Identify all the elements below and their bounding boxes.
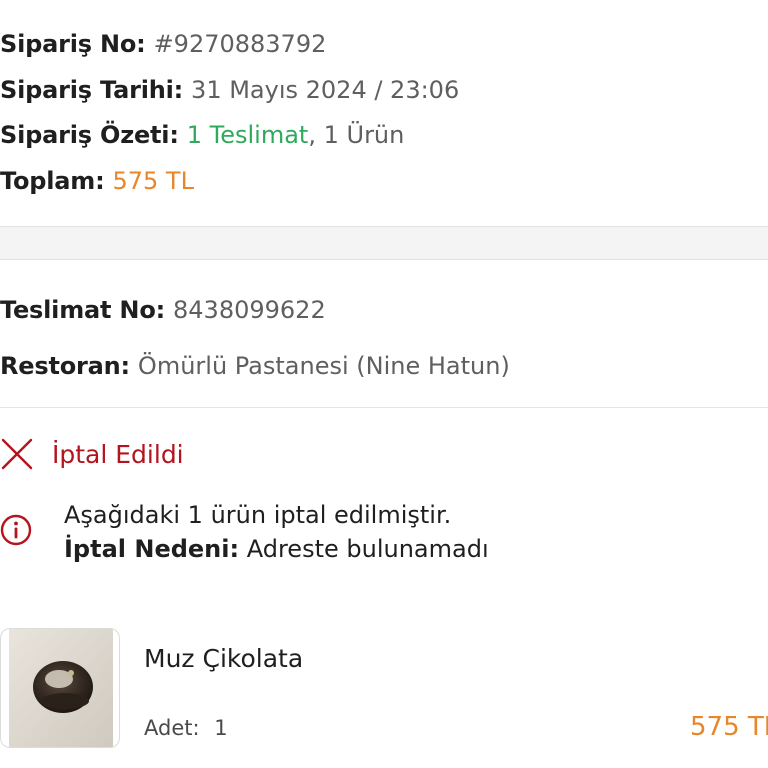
order-summary-label: Sipariş Özeti: — [0, 121, 179, 149]
order-summary-row: Sipariş Özeti: 1 Teslimat, 1 Ürün — [0, 120, 404, 150]
order-total-value: 575 TL — [112, 167, 194, 195]
restaurant-row: Restoran: Ömürlü Pastanesi (Nine Hatun) — [0, 351, 510, 381]
close-x-icon — [1, 438, 33, 470]
cancel-reason-label: İptal Nedeni: — [64, 535, 240, 563]
restaurant-label: Restoran: — [0, 352, 130, 380]
delivery-number-value: 8438099622 — [173, 296, 326, 324]
quantity-value: 1 — [214, 716, 228, 740]
product-quantity: Adet: 1 — [144, 716, 228, 740]
order-number-label: Sipariş No: — [0, 30, 146, 58]
order-date-value: 31 Mayıs 2024 / 23:06 — [191, 76, 460, 104]
order-total-row: Toplam: 575 TL — [0, 166, 194, 196]
delivery-number-label: Teslimat No: — [0, 296, 166, 324]
product-photo — [9, 629, 113, 747]
order-number-row: Sipariş No: #9270883792 — [0, 29, 326, 59]
section-separator — [0, 226, 768, 260]
order-summary: Sipariş No: #9270883792 Sipariş Tarihi: 31… — [0, 0, 768, 226]
info-icon — [0, 514, 32, 546]
restaurant-value[interactable]: Ömürlü Pastanesi (Nine Hatun) — [138, 352, 510, 380]
cancel-message: Aşağıdaki 1 ürün iptal edilmiştir. — [64, 501, 452, 529]
divider — [0, 407, 768, 408]
product-name: Muz Çikolata — [144, 644, 304, 673]
cancel-status: İptal Edildi — [0, 436, 184, 472]
delivery-number-row: Teslimat No: 8438099622 — [0, 295, 326, 325]
cancel-status-text: İptal Edildi — [52, 439, 184, 469]
order-date-label: Sipariş Tarihi: — [0, 76, 184, 104]
order-number-value: #9270883792 — [153, 30, 327, 58]
delivery-count-link[interactable]: 1 Teslimat — [187, 121, 309, 149]
item-count: , 1 Ürün — [308, 121, 405, 149]
product-item[interactable]: Muz Çikolata Adet: 1 575 TL — [0, 628, 768, 752]
order-total-label: Toplam: — [0, 167, 105, 195]
quantity-label: Adet: — [144, 716, 200, 740]
order-date-row: Sipariş Tarihi: 31 Mayıs 2024 / 23:06 — [0, 75, 459, 105]
product-price: 575 TL — [690, 712, 768, 742]
product-image[interactable] — [0, 628, 120, 748]
cancel-reason: İptal Nedeni: Adreste bulunamadı — [64, 534, 489, 564]
order-summary-value: 1 Teslimat, 1 Ürün — [187, 121, 405, 149]
cancel-reason-value: Adreste bulunamadı — [246, 535, 489, 563]
